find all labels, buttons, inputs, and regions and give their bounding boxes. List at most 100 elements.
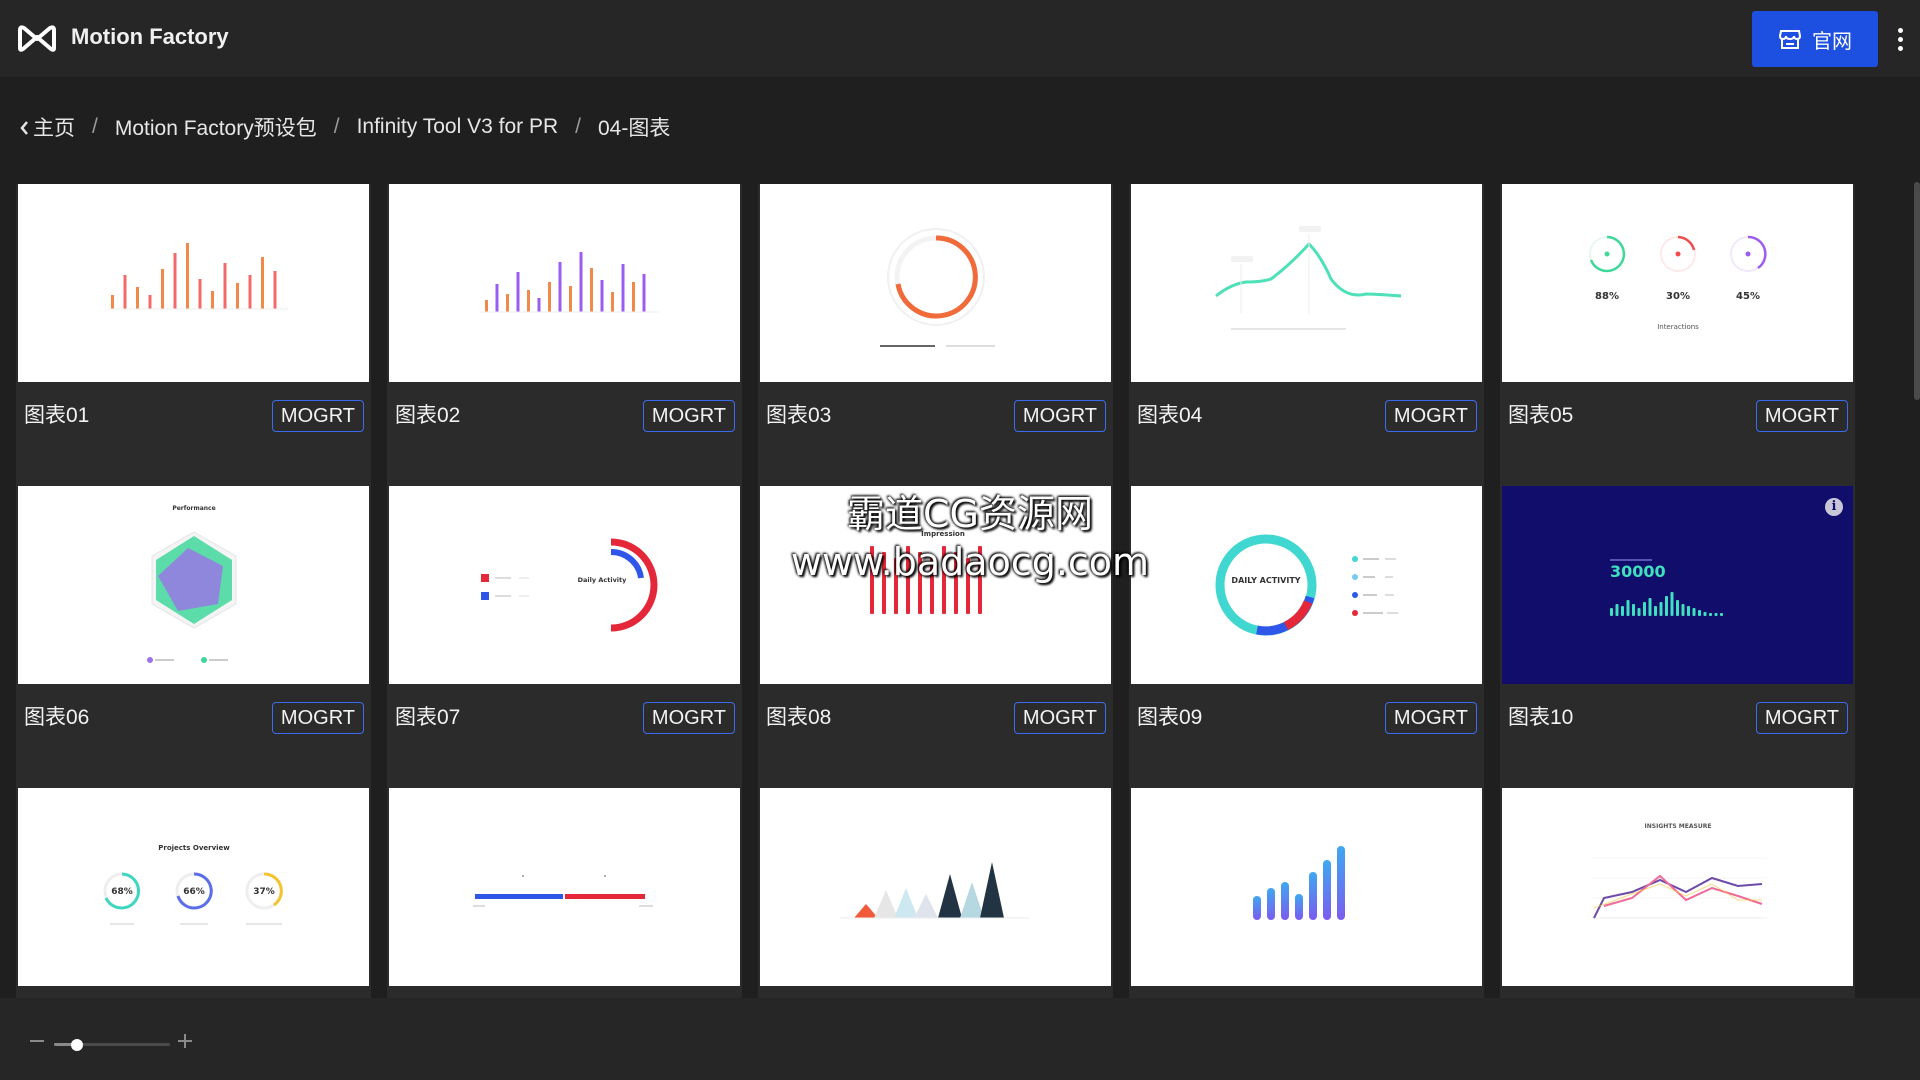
split-bar-thumbnail [473,875,653,907]
preset-card[interactable] [387,788,742,1004]
rounded-bar-chart-thumbnail [1253,846,1345,920]
breadcrumb-home-label: 主页 [33,117,75,140]
mogrt-button[interactable]: MOGRT [271,400,364,432]
preset-thumbnail[interactable]: Daily Activity [389,486,740,684]
preset-card[interactable]: 图表01 MOGRT [16,184,371,486]
preset-card[interactable]: 图表04 MOGRT [1129,184,1484,486]
thumb-bar [516,272,520,312]
preset-card[interactable]: 88% 30% 45% Interactions 图表05 MOGRT [1500,184,1855,486]
triangle-chart-thumbnail [840,862,1030,919]
official-site-button[interactable]: 官网 [1752,11,1878,67]
thumb-triangle [874,890,898,918]
thumb-bar [136,287,139,309]
preset-thumbnail[interactable]: Performance [18,486,369,684]
thumb-bar [1626,600,1630,616]
mogrt-button[interactable]: MOGRT [1384,702,1477,734]
zoom-in-icon[interactable] [178,1034,192,1048]
radar-chart-thumbnail: Performance [147,505,237,663]
preset-card[interactable]: 30000 i 图表10 MOGRT [1500,486,1855,788]
preset-card[interactable]: DAILY ACTIVITY 图表09 MOGRT [1129,486,1484,788]
projects-overview-thumbnail: Projects Overview 68% 66% 37% [103,844,283,925]
info-icon[interactable]: i [1825,498,1843,516]
gauge-value: 45% [1736,291,1760,302]
thumb-bar [1681,604,1685,616]
thumb-triangle [914,894,938,918]
app-header: Motion Factory 官网 [0,0,1920,77]
preset-thumbnail[interactable] [1131,184,1482,382]
preset-title: 图表10 [1508,706,1574,729]
preset-grid: 图表01 MOGRT 图表02 MOGRT 图表03 MOGRT 图表04 MO… [16,184,1856,1004]
preset-thumbnail[interactable] [389,184,740,382]
thumb-bar [1281,882,1289,920]
breadcrumb-tool[interactable]: Infinity Tool V3 for PR [357,115,559,139]
breadcrumb-pack[interactable]: Motion Factory预设包 [115,112,317,142]
official-site-label: 官网 [1812,30,1852,53]
insights-title: INSIGHTS MEASURE [1645,823,1712,830]
thumb-triangle [938,874,962,918]
mogrt-button[interactable]: MOGRT [642,702,735,734]
preset-card[interactable]: Projects Overview 68% 66% 37% [16,788,371,1004]
preset-thumbnail[interactable] [760,184,1111,382]
preset-card[interactable]: Impression 图表08 MOGRT [758,486,1113,788]
thumb-bar [611,292,614,312]
thumb-bar [1714,613,1718,616]
thumb-bar [506,294,509,312]
app-title: Motion Factory [71,24,229,49]
mogrt-button[interactable]: MOGRT [1755,702,1848,734]
preset-card[interactable]: Performance 图表06 MOGRT [16,486,371,788]
preset-card[interactable]: 图表02 MOGRT [387,184,742,486]
dark-bar-chart-thumbnail: 30000 [1610,559,1723,616]
thumb-bar [590,268,593,312]
preset-card[interactable]: INSIGHTS MEASURE [1500,788,1855,1004]
overview-title: Projects Overview [158,844,230,852]
arc-label: Daily Activity [578,576,628,584]
thumb-bar [1720,613,1723,616]
preset-thumbnail[interactable]: 30000 i [1502,486,1853,684]
preset-thumbnail[interactable]: Impression [760,486,1111,684]
preset-card[interactable]: 图表03 MOGRT [758,184,1113,486]
preset-title: 图表08 [766,706,832,729]
preset-thumbnail[interactable] [389,788,740,986]
insights-line-chart-thumbnail: INSIGHTS MEASURE [1592,823,1767,919]
thumb-bar [621,264,625,312]
preset-title: 图表04 [1137,404,1203,427]
mogrt-button[interactable]: MOGRT [642,400,735,432]
preset-thumbnail[interactable]: DAILY ACTIVITY [1131,486,1482,684]
mogrt-button[interactable]: MOGRT [271,702,364,734]
thumb-bar [1687,606,1690,616]
gauge-value: 30% [1666,291,1690,302]
thumb-triangle [894,888,918,918]
vertical-scrollbar[interactable] [1914,182,1920,400]
breadcrumb-home[interactable]: 主页 [20,112,75,142]
thumb-triangle [960,882,984,918]
mogrt-button[interactable]: MOGRT [1384,400,1477,432]
thumb-bar [186,243,189,309]
preset-card[interactable] [1129,788,1484,1004]
thumb-bar [1309,872,1317,920]
thumb-bar [558,262,562,312]
more-menu-icon[interactable] [1890,24,1910,54]
thumb-bar [1615,604,1619,616]
overview-value: 68% [111,887,133,897]
thumb-bar [261,257,264,309]
mogrt-button[interactable]: MOGRT [1013,400,1106,432]
preset-thumbnail[interactable]: 88% 30% 45% Interactions [1502,184,1853,382]
preset-title: 图表02 [395,404,461,427]
mogrt-button[interactable]: MOGRT [1755,400,1848,432]
mogrt-button[interactable]: MOGRT [1013,702,1106,734]
thumb-bar [495,284,499,312]
breadcrumb-separator: / [92,115,98,138]
thumb-bar [1676,600,1679,616]
preset-thumbnail[interactable] [760,788,1111,986]
preset-title: 图表05 [1508,404,1574,427]
preset-thumbnail[interactable] [18,184,369,382]
preset-card[interactable] [758,788,1113,1004]
preset-card[interactable]: Daily Activity 图表07 MOGRT [387,486,742,788]
thumb-bar [1659,602,1663,616]
thumb-bar [569,286,572,312]
zoom-out-icon[interactable] [30,1040,44,1042]
preset-thumbnail[interactable] [1131,788,1482,986]
daily-activity-donut-thumbnail: DAILY ACTIVITY [1215,534,1398,636]
preset-thumbnail[interactable]: Projects Overview 68% 66% 37% [18,788,369,986]
preset-thumbnail[interactable]: INSIGHTS MEASURE [1502,788,1853,986]
